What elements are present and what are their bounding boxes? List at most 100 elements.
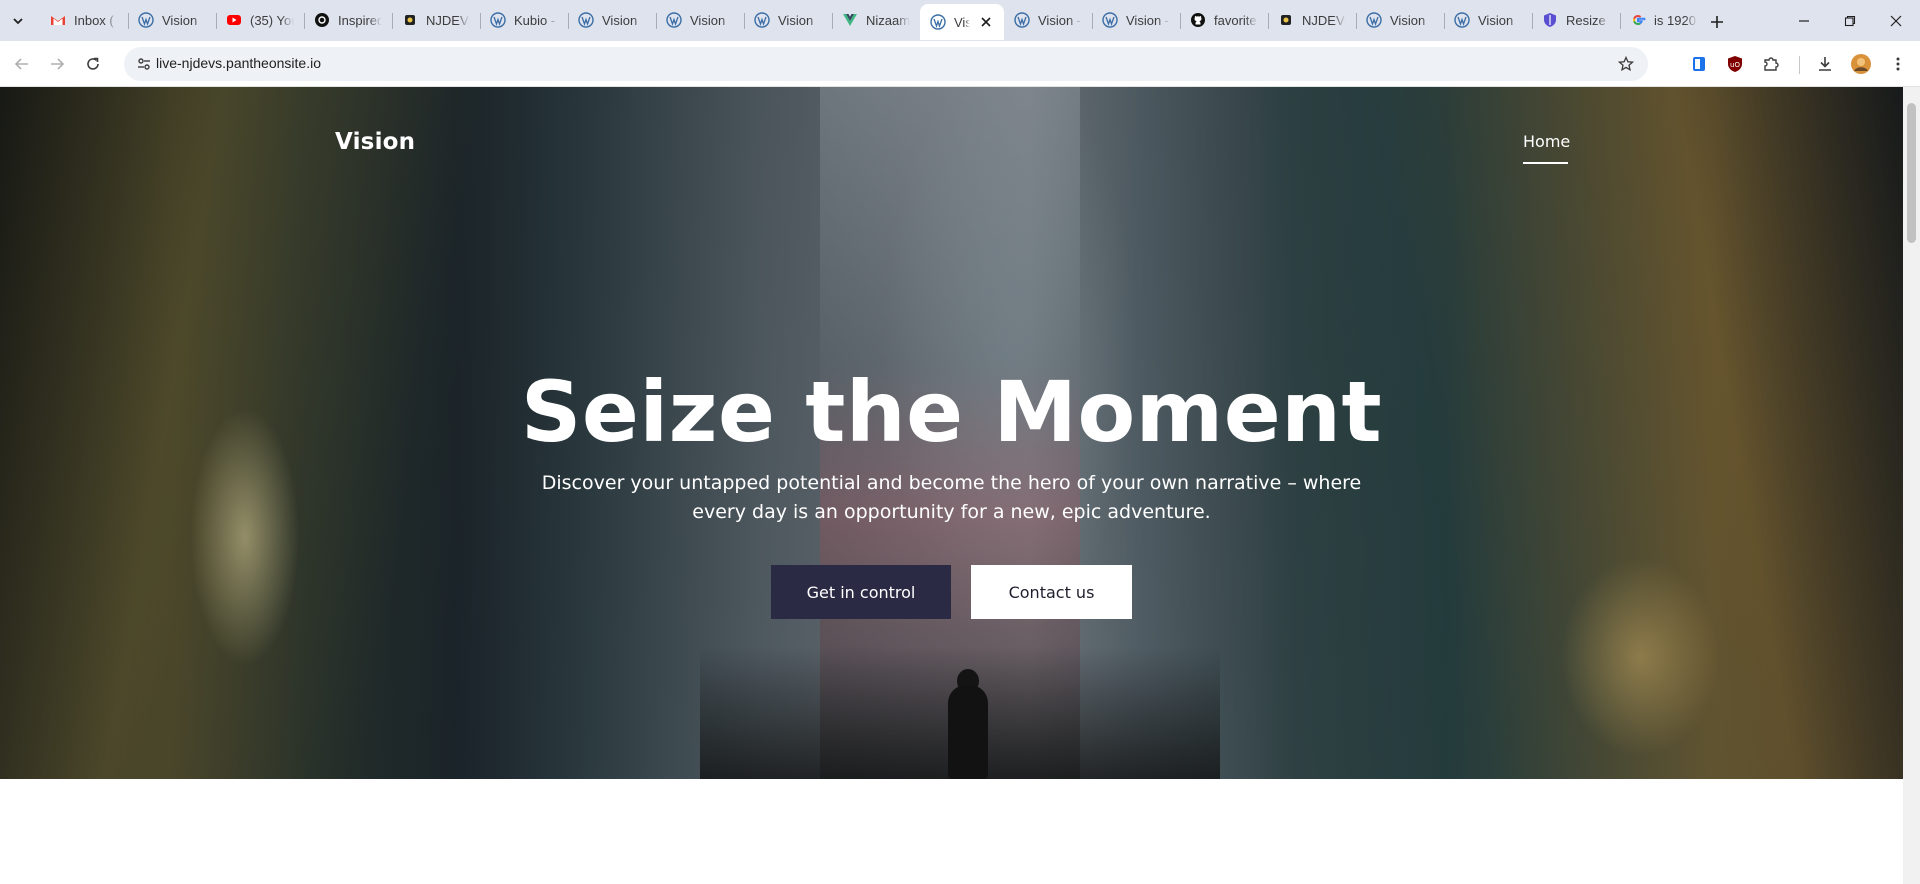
- njdevs-icon: [402, 12, 418, 28]
- close-tab-icon[interactable]: [978, 14, 994, 30]
- youtube-icon: [226, 12, 242, 28]
- tab-active[interactable]: Vis: [920, 4, 1004, 40]
- tab[interactable]: Nizaam: [832, 4, 920, 36]
- wordpress-icon: [930, 14, 946, 30]
- restore-icon: [1844, 15, 1856, 26]
- tab[interactable]: Vision: [656, 4, 744, 36]
- tab[interactable]: NJDEVs: [392, 4, 480, 36]
- shield-icon: [1542, 12, 1558, 28]
- wordpress-icon: [138, 12, 154, 28]
- scrollbar-thumb[interactable]: [1907, 103, 1916, 243]
- svg-text:uO: uO: [1730, 61, 1740, 69]
- site-info-button[interactable]: [132, 52, 156, 76]
- threads-icon: [314, 12, 330, 28]
- browser-menu-button[interactable]: [1884, 50, 1912, 78]
- close-icon: [1890, 15, 1902, 26]
- tab-strip: Inbox ( Vision (35) You Inspired NJDEVs Kubio…: [0, 0, 1920, 41]
- puzzle-icon: [1764, 57, 1779, 71]
- tab[interactable]: Resize t: [1532, 4, 1620, 36]
- wordpress-icon: [754, 12, 770, 28]
- tab-title: Vision: [1478, 12, 1514, 28]
- tab-search-button[interactable]: [6, 9, 30, 33]
- extension-sidepanel-button[interactable]: [1685, 50, 1713, 78]
- sidepanel-icon: [1693, 57, 1705, 71]
- tab[interactable]: (35) You: [216, 4, 304, 36]
- tab[interactable]: favorite: [1180, 4, 1268, 36]
- toolbar-separator: [1799, 56, 1800, 74]
- extensions-button[interactable]: [1757, 50, 1785, 78]
- star-icon: [1618, 56, 1634, 72]
- download-icon: [1819, 57, 1831, 71]
- wordpress-icon: [1102, 12, 1118, 28]
- wordpress-icon: [666, 12, 682, 28]
- tab[interactable]: is 1920: [1620, 4, 1708, 36]
- downloads-button[interactable]: [1811, 50, 1839, 78]
- page-scrollbar[interactable]: [1903, 87, 1920, 884]
- tab-title: NJDEVs: [1302, 12, 1346, 28]
- google-icon: [1630, 12, 1646, 28]
- minimize-button[interactable]: [1781, 0, 1827, 41]
- tab[interactable]: Vision: [128, 4, 216, 36]
- page-viewport: Vision Home Seize the Moment Discover yo…: [0, 87, 1920, 884]
- tab[interactable]: Vision: [1356, 4, 1444, 36]
- tab[interactable]: Vision -: [1004, 4, 1092, 36]
- tab-title: Vision: [162, 12, 198, 28]
- kebab-menu-icon: [1896, 57, 1900, 71]
- hero-subtitle: Discover your untapped potential and bec…: [541, 472, 1362, 523]
- reload-button[interactable]: [79, 50, 107, 78]
- wordpress-icon: [1366, 12, 1382, 28]
- reload-icon: [87, 57, 99, 70]
- tab[interactable]: Vision: [744, 4, 832, 36]
- chevron-down-icon: [13, 18, 23, 25]
- browser-toolbar: live-njdevs.pantheonsite.io uO: [0, 41, 1920, 87]
- njdevs-icon: [1278, 12, 1294, 28]
- tab-title: (35) You: [250, 12, 294, 28]
- contact-us-button[interactable]: Contact us: [971, 565, 1132, 619]
- bookmark-button[interactable]: [1614, 52, 1638, 76]
- plus-icon: [1711, 16, 1723, 28]
- tab[interactable]: Kubio -: [480, 4, 568, 36]
- tab[interactable]: Inspired: [304, 4, 392, 36]
- tab[interactable]: Vision: [1444, 4, 1532, 36]
- github-icon: [1190, 12, 1206, 28]
- tab-title: Nizaam: [866, 12, 910, 28]
- tab[interactable]: NJDEVs: [1268, 4, 1356, 36]
- tab-title: Vision -: [1038, 12, 1082, 28]
- back-button[interactable]: [8, 50, 36, 78]
- tab-title: Vision -: [1126, 12, 1170, 28]
- hero-background-shop-lights: [1560, 557, 1720, 757]
- gmail-icon: [50, 12, 66, 28]
- ublock-extension-button[interactable]: uO: [1721, 50, 1749, 78]
- tab-title: Vision: [1390, 12, 1426, 28]
- tab-title: Vis: [954, 14, 970, 30]
- tab[interactable]: Vision: [568, 4, 656, 36]
- restore-button[interactable]: [1827, 0, 1873, 41]
- hero-person-silhouette: [948, 685, 988, 779]
- arrow-right-icon: [51, 58, 65, 70]
- tab[interactable]: Inbox (: [40, 4, 128, 36]
- wordpress-icon: [578, 12, 594, 28]
- tab-title: NJDEVs: [426, 12, 470, 28]
- tab-title: Inbox (: [74, 12, 114, 28]
- arrow-left-icon: [14, 58, 28, 70]
- site-title-link[interactable]: Vision: [335, 129, 415, 155]
- close-window-button[interactable]: [1873, 0, 1919, 41]
- tune-icon: [138, 58, 150, 70]
- profile-button[interactable]: [1847, 50, 1875, 78]
- url-text[interactable]: live-njdevs.pantheonsite.io: [156, 55, 321, 71]
- tab-title: Kubio -: [514, 12, 556, 28]
- wordpress-icon: [1014, 12, 1030, 28]
- nav-link-home[interactable]: Home: [1523, 132, 1570, 151]
- ublock-icon: uO: [1728, 56, 1742, 72]
- new-tab-button[interactable]: [1703, 8, 1731, 36]
- address-bar[interactable]: live-njdevs.pantheonsite.io: [124, 47, 1648, 81]
- tab-title: is 1920: [1654, 12, 1696, 28]
- avatar: [1851, 54, 1871, 74]
- minimize-icon: [1799, 19, 1809, 22]
- wordpress-icon: [1454, 12, 1470, 28]
- hero-title: Seize the Moment: [520, 363, 1383, 461]
- tab[interactable]: Vision -: [1092, 4, 1180, 36]
- wordpress-icon: [490, 12, 506, 28]
- forward-button[interactable]: [43, 50, 71, 78]
- get-in-control-button[interactable]: Get in control: [771, 565, 951, 619]
